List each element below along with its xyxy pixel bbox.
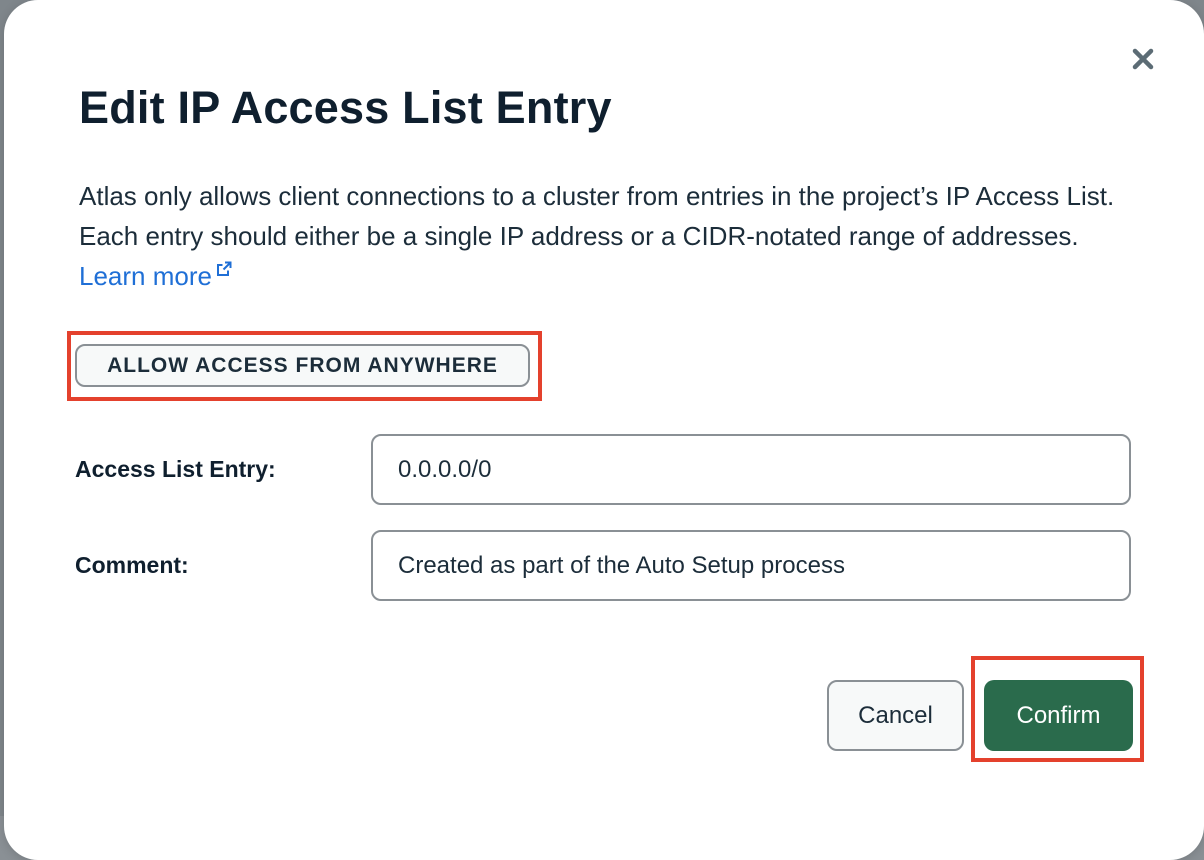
description-text: Atlas only allows client connections to … xyxy=(79,181,1115,251)
close-button[interactable] xyxy=(1130,46,1156,72)
comment-label: Comment: xyxy=(75,552,189,578)
allow-access-from-anywhere-button[interactable]: ALLOW ACCESS FROM ANYWHERE xyxy=(75,344,530,387)
dialog-description: Atlas only allows client connections to … xyxy=(79,176,1119,296)
learn-more-label: Learn more xyxy=(79,261,212,291)
comment-input[interactable] xyxy=(371,530,1131,601)
access-list-entry-label: Access List Entry: xyxy=(75,456,276,482)
access-list-entry-input[interactable] xyxy=(371,434,1131,505)
confirm-button[interactable]: Confirm xyxy=(984,680,1133,751)
dialog-title: Edit IP Access List Entry xyxy=(79,82,612,133)
cancel-button[interactable]: Cancel xyxy=(827,680,964,751)
external-link-icon xyxy=(216,261,232,276)
close-icon xyxy=(1132,48,1154,70)
learn-more-link[interactable]: Learn more xyxy=(79,261,232,291)
